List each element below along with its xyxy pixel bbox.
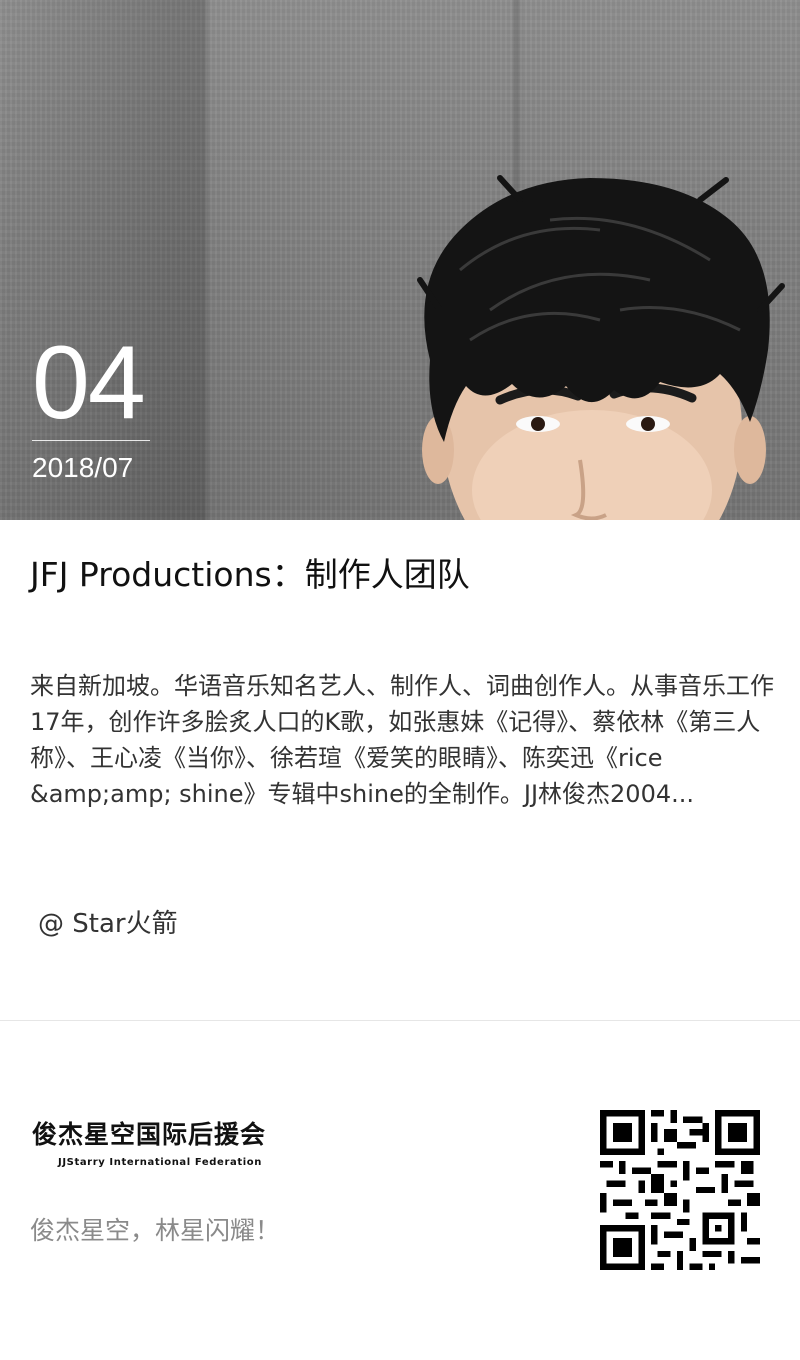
brand-slogan: 俊杰星空，林星闪耀！ bbox=[30, 1216, 281, 1245]
brand-logo-subtitle: JJStarry International Federation bbox=[58, 1157, 262, 1168]
qr-code-icon[interactable] bbox=[600, 1110, 760, 1270]
article-title[interactable]: JFJ Productions：制作人团队 bbox=[30, 552, 770, 598]
section-divider bbox=[0, 1020, 800, 1021]
brand-logo-text: 俊杰星空国际后援会 bbox=[32, 1120, 267, 1149]
publish-day: 04 bbox=[32, 325, 146, 441]
article-excerpt: 来自新加坡。华语音乐知名艺人、制作人、词曲创作人。从事音乐工作17年，创作许多脍… bbox=[30, 672, 774, 808]
portrait-image bbox=[417, 175, 785, 520]
article-author[interactable]: @ Star火箭 bbox=[38, 906, 178, 942]
hero-banner: 04 2018/07 bbox=[0, 0, 800, 520]
date-divider bbox=[32, 440, 150, 441]
publish-month: 2018/07 bbox=[32, 452, 134, 483]
